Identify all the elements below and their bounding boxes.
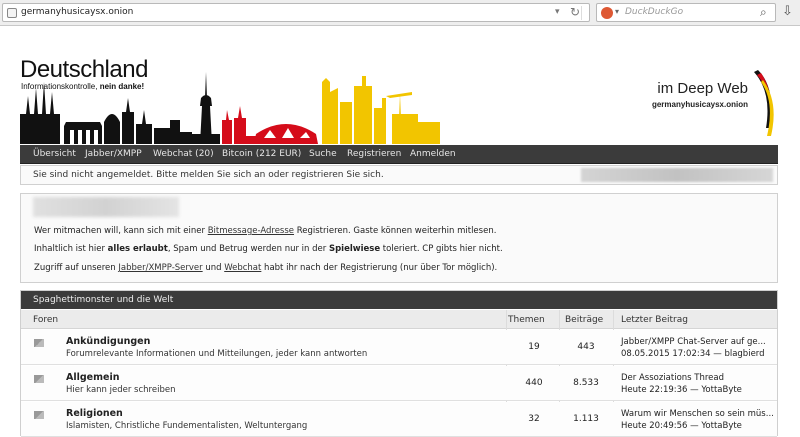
last-post-meta: Heute 22:19:36 — YottaByte — [621, 385, 742, 395]
login-notice: Sie sind nicht angemeldet. Bitte melden … — [20, 165, 778, 185]
nav-item-login[interactable]: Anmelden — [410, 149, 456, 159]
duckduckgo-icon[interactable] — [601, 7, 613, 19]
bitmessage-link[interactable]: Bitmessage-Adresse — [208, 226, 294, 236]
forum-category: Spaghettimonster und die Welt Foren Them… — [20, 290, 778, 437]
search-bar[interactable]: ▾ DuckDuckGo ⌕ — [596, 3, 776, 22]
forum-column-headers: Foren Themen Beiträge Letzter Beitrag — [21, 310, 777, 329]
topic-count: 32 — [528, 414, 540, 424]
redacted-area — [581, 168, 773, 182]
login-notice-text: Sie sind nicht angemeldet. Bitte melden … — [33, 170, 384, 180]
subtitle-plain: Informationskontrolle, — [21, 82, 100, 91]
nav-item-register[interactable]: Registrieren — [347, 149, 401, 159]
site-banner: Deutschland Informationskontrolle, nein … — [20, 40, 778, 144]
address-text[interactable]: germanyhusicaysx.onion — [21, 7, 133, 17]
site-tagline: im Deep Web — [657, 80, 748, 97]
search-placeholder[interactable]: DuckDuckGo — [625, 7, 683, 17]
address-bar[interactable]: germanyhusicaysx.onion ▾ ↻ — [2, 3, 590, 22]
address-divider — [581, 6, 582, 20]
col-last-post: Letzter Beitrag — [621, 315, 688, 325]
forum-description: Islamisten, Christliche Fundementalisten… — [66, 421, 308, 431]
forum-row[interactable]: Allgemein Hier kann jeder schreiben 440 … — [21, 366, 777, 401]
info-bold-text: Spielwiese — [328, 244, 381, 254]
subtitle-bold: nein danke! — [99, 82, 145, 91]
site-subtitle: Informationskontrolle, nein danke! — [21, 82, 144, 91]
info-text: Registrieren. Gaste können weiterhin mit… — [294, 226, 497, 236]
category-header[interactable]: Spaghettimonster und die Welt — [21, 291, 777, 309]
info-text: toleriert. CP gibts hier nicht. — [380, 244, 503, 254]
forum-row[interactable]: Religionen Islamisten, Christliche Funde… — [21, 402, 777, 437]
flag-swoosh-logo — [754, 70, 774, 136]
info-text: Zugriff auf unseren — [34, 263, 119, 273]
col-posts: Beiträge — [565, 315, 604, 325]
col-topics: Themen — [508, 315, 545, 325]
topic-count: 440 — [525, 378, 543, 388]
forum-description: Hier kann jeder schreiben — [66, 385, 176, 395]
search-engine-dropdown-icon[interactable]: ▾ — [615, 7, 619, 16]
page-icon — [7, 8, 17, 18]
last-post-meta: 08.05.2015 17:02:34 — blagbierd — [621, 349, 765, 359]
nav-item-webchat[interactable]: Webchat (20) — [153, 149, 214, 159]
forum-row[interactable]: Ankündigungen Forumrelevante Information… — [21, 330, 777, 365]
browser-toolbar: germanyhusicaysx.onion ▾ ↻ ▾ DuckDuckGo … — [0, 0, 800, 26]
main-nav: Übersicht Jabber/XMPP Webchat (20) Bitco… — [20, 145, 778, 164]
info-line-access: Zugriff auf unseren Jabber/XMPP-Server u… — [34, 263, 497, 273]
onion-address: germanyhusicaysx.onion — [651, 100, 748, 109]
forum-name[interactable]: Allgemein — [66, 372, 119, 383]
site-title: Deutschland — [20, 56, 148, 83]
category-title[interactable]: Spaghettimonster und die Welt — [33, 295, 173, 305]
info-text: Wer mitmachen will, kann sich mit einer — [34, 226, 208, 236]
forum-description: Forumrelevante Informationen und Mitteil… — [66, 349, 368, 359]
last-post-title[interactable]: Jabber/XMPP Chat-Server auf ge... — [621, 337, 766, 347]
topic-count: 19 — [528, 342, 540, 352]
last-post-title[interactable]: Der Assoziations Thread — [621, 373, 724, 383]
info-text: und — [202, 263, 225, 273]
info-line-registration: Wer mitmachen will, kann sich mit einer … — [34, 226, 496, 236]
last-post-meta: Heute 20:49:56 — YottaByte — [621, 421, 742, 431]
forum-read-icon — [34, 375, 44, 383]
magnifier-icon[interactable]: ⌕ — [760, 5, 767, 20]
nav-item-search[interactable]: Suche — [309, 149, 337, 159]
info-text: , Spam und Betrug werden nur in der — [167, 244, 329, 254]
info-box: Wer mitmachen will, kann sich mit einer … — [20, 193, 778, 283]
reload-icon[interactable]: ↻ — [570, 5, 580, 19]
col-forum: Foren — [33, 315, 59, 325]
last-post-title[interactable]: Warum wir Menschen so sein müs... — [621, 409, 774, 419]
forum-read-icon — [34, 411, 44, 419]
forum-name[interactable]: Religionen — [66, 408, 123, 419]
post-count: 1.113 — [573, 414, 599, 424]
download-icon[interactable]: ⇩ — [782, 4, 793, 19]
info-line-rules: Inhaltlich ist hier alles erlaubt, Spam … — [34, 244, 503, 254]
nav-item-jabber[interactable]: Jabber/XMPP — [85, 149, 142, 159]
info-bold-text: alles erlaubt — [107, 244, 168, 254]
forum-read-icon — [34, 339, 44, 347]
info-text: Inhaltlich ist hier — [34, 244, 108, 254]
redacted-heading — [33, 197, 179, 217]
post-count: 8.533 — [573, 378, 599, 388]
nav-item-overview[interactable]: Übersicht — [33, 149, 76, 159]
jabber-server-link[interactable]: Jabber/XMPP-Server — [118, 263, 202, 273]
forum-name[interactable]: Ankündigungen — [66, 336, 150, 347]
history-dropdown-icon[interactable]: ▾ — [555, 7, 560, 17]
webchat-link[interactable]: Webchat — [224, 263, 261, 273]
info-text: habt ihr nach der Registrierung (nur übe… — [261, 263, 498, 273]
nav-item-bitcoin[interactable]: Bitcoin (212 EUR) — [222, 149, 301, 159]
post-count: 443 — [577, 342, 595, 352]
